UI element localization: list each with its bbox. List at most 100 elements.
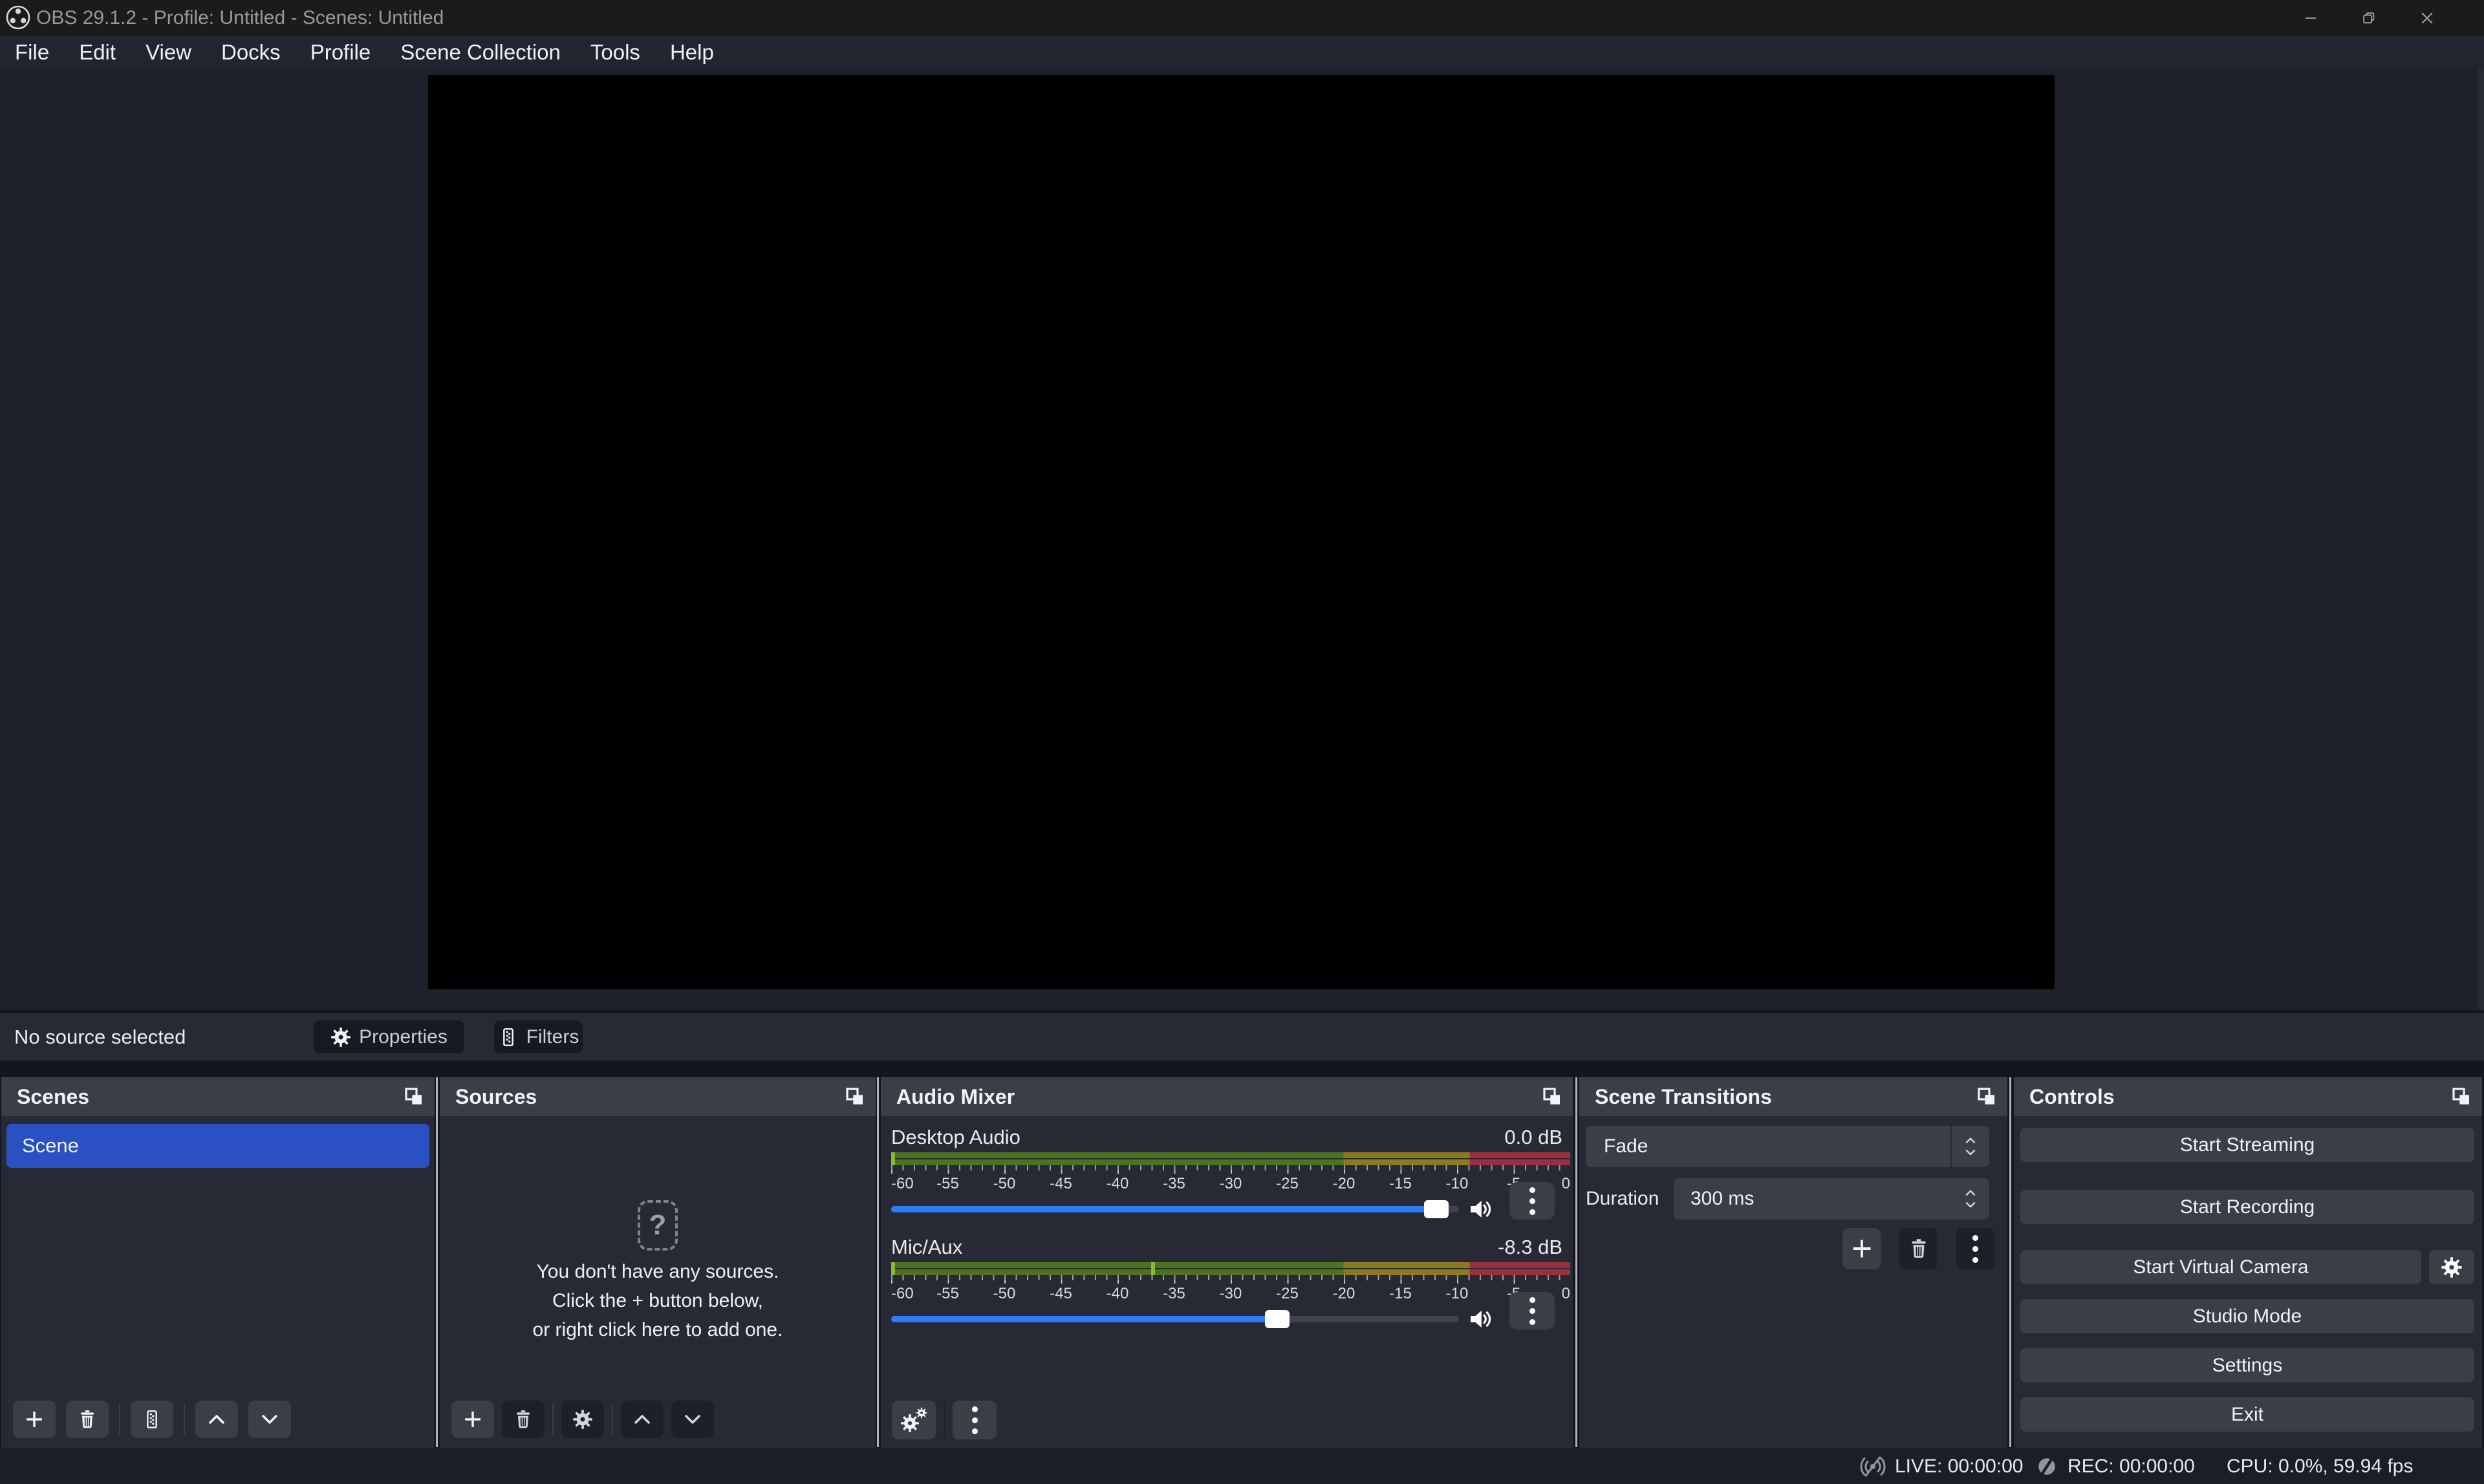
- remove-transition-button[interactable]: [1899, 1228, 1938, 1269]
- sources-empty-message[interactable]: You don't have any sources. Click the + …: [440, 1257, 876, 1344]
- meter-ruler: [891, 1275, 1570, 1284]
- advanced-audio-button[interactable]: [892, 1401, 936, 1439]
- popout-icon[interactable]: [1976, 1086, 1997, 1107]
- duration-value: 300 ms: [1674, 1188, 1952, 1210]
- start-recording-button[interactable]: Start Recording: [2020, 1190, 2474, 1224]
- mixer-panel-header[interactable]: Audio Mixer: [881, 1077, 1573, 1116]
- remove-scene-button[interactable]: [66, 1401, 109, 1438]
- start-streaming-button[interactable]: Start Streaming: [2020, 1128, 2474, 1162]
- restore-button[interactable]: [2351, 0, 2387, 36]
- sources-toolbar: [451, 1401, 714, 1438]
- rec-status: REC: 00:00:00: [2035, 1448, 2195, 1484]
- channel-options-button[interactable]: [1509, 1182, 1555, 1220]
- scenes-title: Scenes: [1, 1085, 89, 1109]
- duration-spinbox[interactable]: 300 ms: [1674, 1178, 1989, 1220]
- filters-button[interactable]: Filters: [494, 1020, 583, 1053]
- dock-splitter[interactable]: [1575, 1077, 1577, 1447]
- scene-transitions-panel: Scene Transitions Fade Duration 300 ms: [1579, 1077, 2007, 1448]
- properties-label: Properties: [359, 1026, 448, 1048]
- popout-icon[interactable]: [845, 1086, 865, 1107]
- transition-select-arrows[interactable]: [1952, 1135, 1989, 1157]
- studio-mode-button[interactable]: Studio Mode: [2020, 1299, 2474, 1333]
- scenes-panel-header[interactable]: Scenes: [1, 1077, 435, 1116]
- source-status-text: No source selected: [14, 1013, 186, 1060]
- dock-splitter[interactable]: [2009, 1077, 2011, 1447]
- scene-item-label: Scene: [6, 1134, 79, 1157]
- menu-tools[interactable]: Tools: [576, 36, 655, 69]
- preview-canvas[interactable]: [428, 75, 2055, 989]
- toolbar-separator: [184, 1404, 185, 1435]
- settings-button[interactable]: Settings: [2020, 1348, 2474, 1382]
- source-toolbar: No source selected Properties Filters: [0, 1013, 2484, 1060]
- properties-button[interactable]: Properties: [314, 1020, 464, 1053]
- meter-ruler: [891, 1165, 1570, 1174]
- menu-help[interactable]: Help: [655, 36, 729, 69]
- volume-slider[interactable]: [891, 1200, 1459, 1218]
- statusbar: LIVE: 00:00:00 REC: 00:00:00 CPU: 0.0%, …: [0, 1448, 2484, 1484]
- controls-panel-header[interactable]: Controls: [2014, 1077, 2482, 1116]
- volume-slider-handle[interactable]: [1424, 1200, 1449, 1218]
- scene-list-item-selected[interactable]: Scene: [6, 1124, 429, 1168]
- popout-icon[interactable]: [2451, 1086, 2472, 1107]
- source-properties-button[interactable]: [561, 1401, 604, 1438]
- menu-scene-collection[interactable]: Scene Collection: [385, 36, 576, 69]
- exit-button[interactable]: Exit: [2020, 1397, 2474, 1432]
- scene-down-button[interactable]: [248, 1401, 291, 1438]
- controls-title: Controls: [2014, 1085, 2115, 1109]
- mixer-options-button[interactable]: [953, 1401, 997, 1439]
- add-transition-button[interactable]: [1842, 1228, 1881, 1269]
- add-source-button[interactable]: [451, 1401, 494, 1438]
- record-off-icon: [2035, 1455, 2058, 1478]
- volume-slider[interactable]: [891, 1310, 1459, 1328]
- add-scene-button[interactable]: [13, 1401, 56, 1438]
- popout-icon[interactable]: [1542, 1086, 1562, 1107]
- filter-icon: [498, 1027, 519, 1048]
- duration-label: Duration: [1586, 1178, 1659, 1220]
- dock-splitter[interactable]: [436, 1077, 438, 1447]
- broadcast-off-icon: [1860, 1454, 1886, 1479]
- cpu-fps-status: CPU: 0.0%, 59.94 fps: [2227, 1448, 2414, 1484]
- source-down-button[interactable]: [671, 1401, 714, 1438]
- scene-up-button[interactable]: [195, 1401, 238, 1438]
- transition-select[interactable]: Fade: [1586, 1126, 1989, 1167]
- toolbar-separator: [944, 1403, 945, 1437]
- menu-edit[interactable]: Edit: [64, 36, 131, 69]
- titlebar[interactable]: OBS 29.1.2 - Profile: Untitled - Scenes:…: [0, 0, 2484, 36]
- toolbar-separator: [119, 1404, 120, 1435]
- menu-docks[interactable]: Docks: [206, 36, 296, 69]
- close-button[interactable]: [2409, 0, 2445, 36]
- channel-options-button[interactable]: [1509, 1292, 1555, 1329]
- scenes-toolbar: [13, 1401, 291, 1438]
- volume-meter: [891, 1262, 1570, 1275]
- remove-source-button[interactable]: [502, 1401, 545, 1438]
- audio-mixer-panel: Audio Mixer Desktop Audio 0.0 dB -60 -55…: [881, 1077, 1573, 1448]
- popout-icon[interactable]: [404, 1086, 424, 1107]
- start-virtual-camera-button[interactable]: Start Virtual Camera: [2020, 1250, 2421, 1284]
- sources-panel-header[interactable]: Sources: [440, 1077, 876, 1116]
- transition-selected-value: Fade: [1586, 1135, 1950, 1157]
- menu-view[interactable]: View: [131, 36, 206, 69]
- duration-spin-arrows[interactable]: [1952, 1188, 1989, 1210]
- menu-profile[interactable]: Profile: [296, 36, 386, 69]
- controls-panel: Controls Start Streaming Start Recording…: [2014, 1077, 2482, 1448]
- speaker-icon[interactable]: [1468, 1306, 1494, 1332]
- window-title: OBS 29.1.2 - Profile: Untitled - Scenes:…: [36, 0, 444, 36]
- volume-slider-handle[interactable]: [1265, 1310, 1290, 1328]
- minimize-button[interactable]: [2293, 0, 2329, 36]
- sources-panel: Sources ? You don't have any sources. Cl…: [440, 1077, 876, 1448]
- dock-splitter[interactable]: [877, 1077, 879, 1447]
- transitions-panel-header[interactable]: Scene Transitions: [1579, 1077, 2007, 1116]
- transition-properties-button[interactable]: [1956, 1228, 1994, 1269]
- mixer-channel-mic-aux: Mic/Aux -8.3 dB -60 -55 -50 -45 -40 -35 …: [891, 1235, 1562, 1334]
- virtual-camera-config-button[interactable]: [2429, 1250, 2474, 1284]
- transitions-toolbar: [1842, 1228, 1994, 1269]
- gear-icon: [330, 1027, 351, 1048]
- speaker-icon[interactable]: [1468, 1196, 1494, 1222]
- channel-name: Desktop Audio: [891, 1126, 1021, 1149]
- channel-name: Mic/Aux: [891, 1236, 962, 1259]
- scene-filters-button[interactable]: [131, 1401, 173, 1438]
- toolbar-separator: [552, 1404, 554, 1435]
- menu-file[interactable]: File: [0, 36, 64, 69]
- volume-meter: [891, 1152, 1570, 1165]
- source-up-button[interactable]: [621, 1401, 664, 1438]
